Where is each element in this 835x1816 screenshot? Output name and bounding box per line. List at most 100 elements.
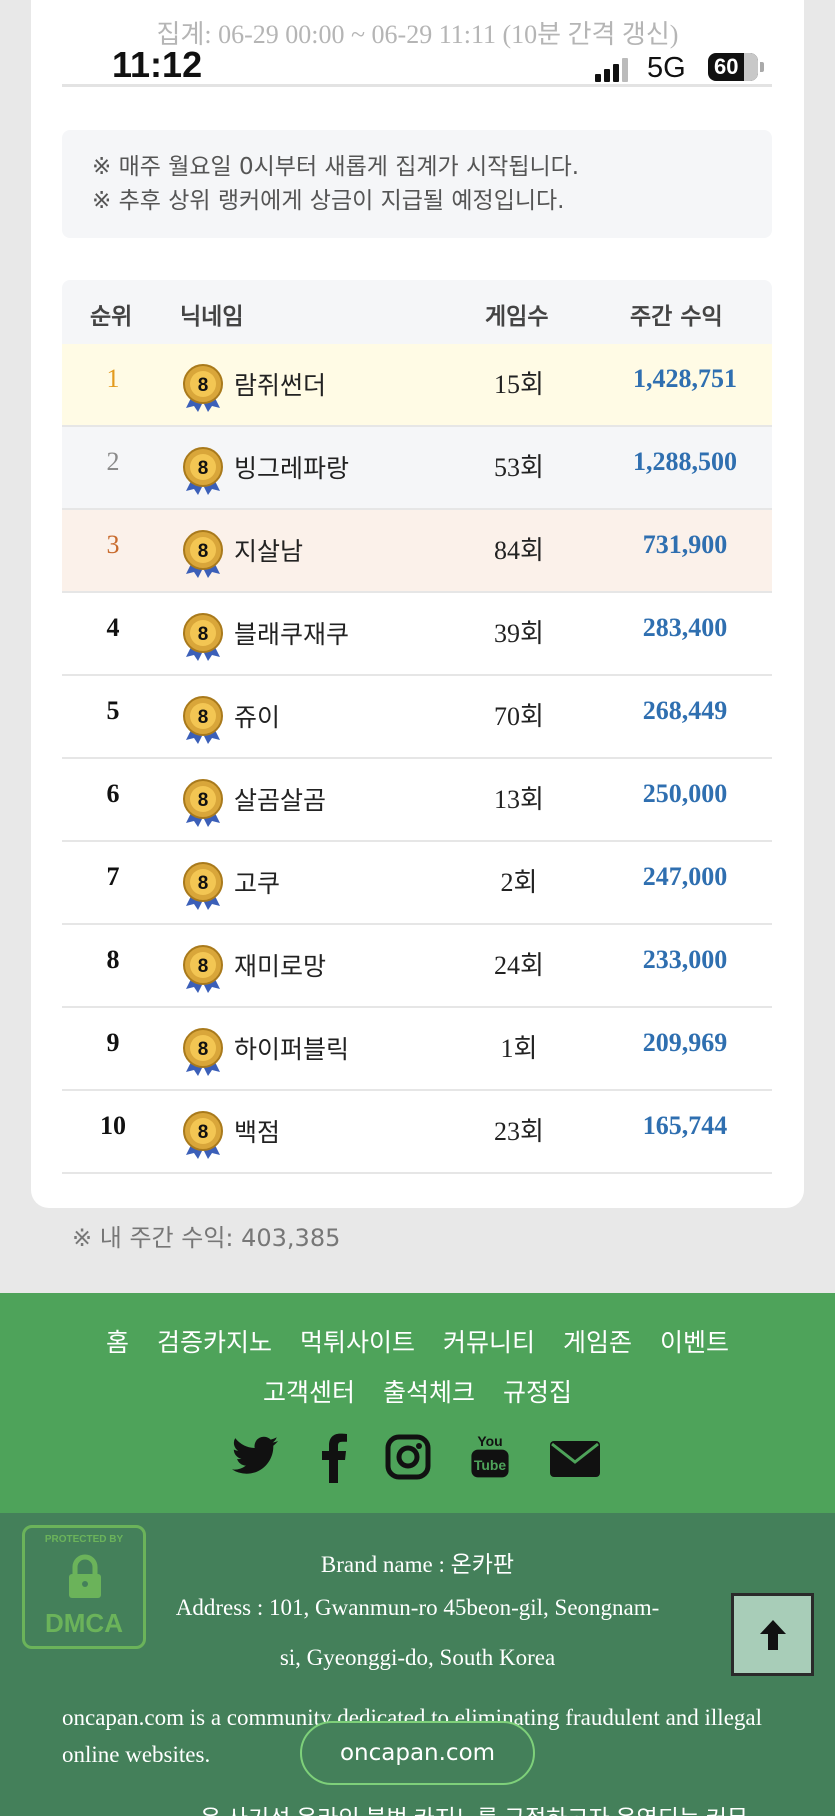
table-row[interactable]: 1 8 람쥐썬더 15회 1,428,751: [62, 344, 772, 427]
earnings-cell: 731,900: [642, 530, 728, 559]
notice-box: ※ 매주 월요일 0시부터 새롭게 집계가 시작됩니다. ※ 추후 상위 랭커에…: [62, 130, 772, 238]
earnings-cell: 268,449: [642, 696, 728, 725]
footer-link-attendance[interactable]: 출석체크: [383, 1373, 475, 1409]
footer-link-scam-sites[interactable]: 먹튀사이트: [300, 1323, 415, 1359]
footer-link-verified-casino[interactable]: 검증카지노: [157, 1323, 272, 1359]
rank-cell: 10: [100, 1111, 126, 1140]
table-header: 순위 닉네임 게임수 주간 수익: [62, 280, 772, 344]
notice-line: ※ 매주 월요일 0시부터 새롭게 집계가 시작됩니다.: [92, 154, 580, 180]
table-row[interactable]: 5 8 쥬이 70회 268,449: [62, 676, 772, 759]
network-label: 5G: [647, 52, 686, 84]
table-row[interactable]: 10 8 백점 23회 165,744: [62, 1091, 772, 1174]
address-line-1: Address : 101, Gwanmun-ro 45beon-gil, Se…: [175, 1595, 660, 1620]
dmca-badge[interactable]: PROTECTED BY DMCA: [22, 1525, 146, 1649]
nickname-cell[interactable]: 하이퍼블릭: [234, 1030, 349, 1066]
table-row[interactable]: 9 8 하이퍼블릭 1회 209,969: [62, 1008, 772, 1091]
nickname-cell[interactable]: 백점: [234, 1113, 280, 1149]
nickname-cell[interactable]: 재미로망: [234, 947, 326, 983]
level-badge-icon: 8: [183, 613, 223, 661]
rank-cell: 4: [106, 613, 120, 642]
games-cell: 2회: [500, 868, 538, 897]
earnings-cell: 250,000: [642, 779, 728, 808]
nickname-cell[interactable]: 빙그레파랑: [234, 449, 349, 485]
my-weekly-earnings: ※ 내 주간 수익: 403,385: [72, 1224, 341, 1252]
nickname-cell[interactable]: 람쥐썬더: [234, 366, 326, 402]
table-row[interactable]: 3 8 지살남 84회 731,900: [62, 510, 772, 593]
footer-link-home[interactable]: 홈: [106, 1323, 129, 1359]
level-badge-number: 8: [198, 1122, 209, 1143]
earnings-cell: 1,288,500: [633, 447, 737, 476]
notice-line: ※ 추후 상위 랭커에게 상금이 지급될 예정입니다.: [92, 188, 565, 214]
site-link-pill[interactable]: oncapan.com: [300, 1721, 535, 1785]
table-row[interactable]: 2 8 빙그레파랑 53회 1,288,500: [62, 427, 772, 510]
earnings-cell: 209,969: [642, 1028, 728, 1057]
level-badge-icon: 8: [183, 530, 223, 578]
dmca-bottom-text: DMCA: [45, 1608, 123, 1638]
scroll-to-top-button[interactable]: [731, 1593, 814, 1676]
nickname-cell[interactable]: 고쿠: [234, 864, 280, 900]
games-cell: 39회: [494, 619, 544, 648]
mail-icon[interactable]: [548, 1431, 602, 1483]
level-badge-icon: 8: [183, 447, 223, 495]
table-row[interactable]: 8 8 재미로망 24회 233,000: [62, 925, 772, 1008]
level-badge-number: 8: [198, 458, 209, 479]
table-row[interactable]: 6 8 살곰살곰 13회 250,000: [62, 759, 772, 842]
footer-nav-row1: 홈 검증카지노 먹튀사이트 커뮤니티 게임존 이벤트: [0, 1323, 835, 1359]
level-badge-number: 8: [198, 375, 209, 396]
battery-tip: [760, 62, 764, 72]
level-badge-icon: 8: [183, 1028, 223, 1076]
earnings-cell: 247,000: [642, 862, 728, 891]
level-badge-icon: 8: [183, 364, 223, 412]
table-row[interactable]: 4 8 블래쿠재쿠 39회 283,400: [62, 593, 772, 676]
level-badge-number: 8: [198, 1039, 209, 1060]
nickname-cell[interactable]: 지살남: [234, 532, 303, 568]
header-earnings: 주간 수익: [630, 304, 723, 330]
ranking-table: 순위 닉네임 게임수 주간 수익 1 8 람쥐썬더 15회 1,428,751 2 8 빙그레…: [62, 280, 772, 1174]
table-row[interactable]: 7 8 고쿠 2회 247,000: [62, 842, 772, 925]
rank-cell: 8: [106, 945, 120, 974]
lock-icon: [69, 1554, 101, 1598]
youtube-icon[interactable]: You Tube: [466, 1431, 514, 1483]
earnings-cell: 165,744: [642, 1111, 728, 1140]
rank-cell: 9: [106, 1028, 120, 1057]
cutoff-text: 온 사기성 온라인 불법 카지노를 근절하고자 운영되는 커뮤: [200, 1799, 748, 1816]
earnings-cell: 1,428,751: [633, 364, 737, 393]
earnings-cell: 233,000: [642, 945, 728, 974]
battery-icon: 60: [708, 53, 758, 81]
facebook-icon[interactable]: [318, 1431, 350, 1483]
footer-link-game-zone[interactable]: 게임존: [563, 1323, 632, 1359]
footer-link-rules[interactable]: 규정집: [503, 1373, 572, 1409]
footer-link-community[interactable]: 커뮤니티: [443, 1323, 535, 1359]
level-badge-number: 8: [198, 873, 209, 894]
status-time: 11:12: [112, 44, 203, 85]
rank-cell: 6: [106, 779, 120, 808]
nickname-cell[interactable]: 쥬이: [234, 698, 280, 734]
level-badge-number: 8: [198, 624, 209, 645]
svg-text:You: You: [477, 1433, 502, 1449]
level-badge-number: 8: [198, 956, 209, 977]
header-rank: 순위: [90, 304, 133, 330]
footer-link-support[interactable]: 고객센터: [263, 1373, 355, 1409]
games-cell: 15회: [494, 370, 544, 399]
divider: [62, 84, 772, 87]
level-badge-icon: 8: [183, 862, 223, 910]
nickname-cell[interactable]: 살곰살곰: [234, 781, 326, 817]
rank-cell: 7: [106, 862, 120, 891]
footer-info: PROTECTED BY DMCA Brand name : 온카판 Addre…: [0, 1513, 835, 1816]
earnings-cell: 283,400: [642, 613, 728, 642]
footer-link-events[interactable]: 이벤트: [660, 1323, 729, 1359]
rank-cell: 2: [106, 447, 120, 476]
level-badge-number: 8: [198, 541, 209, 562]
address-line-2: si, Gyeonggi-do, South Korea: [279, 1645, 556, 1670]
header-nickname: 닉네임: [180, 304, 244, 330]
games-cell: 23회: [494, 1117, 544, 1146]
games-cell: 84회: [494, 536, 544, 565]
brand-name: Brand name : 온카판: [320, 1552, 515, 1577]
footer-nav: 홈 검증카지노 먹튀사이트 커뮤니티 게임존 이벤트 고객센터 출석체크 규정집 You Tu…: [0, 1293, 835, 1513]
level-badge-number: 8: [198, 790, 209, 811]
games-cell: 13회: [494, 785, 544, 814]
twitter-icon[interactable]: [232, 1431, 280, 1483]
instagram-icon[interactable]: [384, 1431, 432, 1483]
level-badge-icon: 8: [183, 779, 223, 827]
nickname-cell[interactable]: 블래쿠재쿠: [234, 615, 349, 651]
